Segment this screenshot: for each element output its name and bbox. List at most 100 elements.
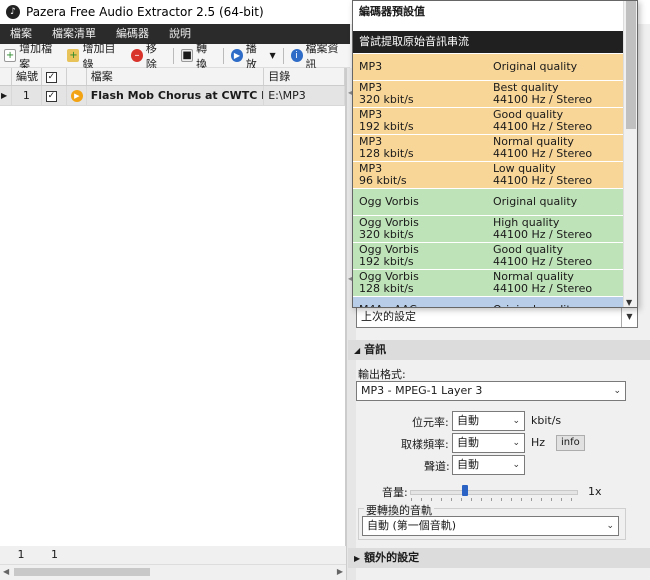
output-format-label: 輸出格式:: [358, 368, 406, 381]
info-button[interactable]: info: [556, 435, 585, 451]
dropdown-option[interactable]: M4A - AAC Original quality: [353, 297, 637, 307]
bitrate-unit: kbit/s: [531, 414, 562, 427]
extra-section-header[interactable]: ▶ 額外的設定: [348, 548, 650, 568]
option-text: 192 kbit/s: [359, 255, 414, 268]
header-checkbox[interactable]: ✓: [45, 71, 57, 83]
chevron-down-icon: ⌄: [606, 521, 614, 531]
track-select[interactable]: 自動 (第一個音軌) ⌄: [362, 516, 619, 536]
window-title: Pazera Free Audio Extractor 2.5 (64-bit): [26, 5, 264, 19]
samplerate-label: 取樣頻率:: [401, 438, 449, 451]
file-info-button[interactable]: i 檔案資訊: [287, 42, 350, 71]
output-format-value: MP3 - MPEG-1 Layer 3: [361, 384, 483, 397]
option-text: MP3: [359, 60, 383, 73]
scroll-left-icon[interactable]: ◀: [3, 565, 9, 579]
option-text: 44100 Hz / Stereo: [493, 228, 593, 241]
volume-slider-track[interactable]: [410, 490, 578, 495]
dropdown-option[interactable]: Ogg Vorbis 192 kbit/s Good quality 44100 Hz…: [353, 243, 637, 269]
encoder-preset-select[interactable]: 上次的設定 ▼: [356, 306, 638, 328]
dropdown-scrollbar-thumb[interactable]: [626, 1, 636, 129]
samplerate-unit: Hz: [531, 436, 546, 449]
dropdown-option[interactable]: MP3 320 kbit/s Best quality 44100 Hz / Ster…: [353, 81, 637, 107]
convert-label: 轉換: [196, 41, 208, 71]
volume-label: 音量:: [382, 486, 408, 499]
chevron-down-icon[interactable]: ▼: [621, 307, 637, 327]
option-text: MP3 320 kbit/s: [359, 81, 414, 106]
convert-button[interactable]: ■ 轉換: [177, 42, 220, 71]
volume-slider-ticks: [411, 498, 579, 501]
volume-slider-thumb[interactable]: [462, 485, 469, 496]
column-header-directory[interactable]: 目錄: [264, 68, 346, 85]
chevron-down-icon: ⌄: [512, 460, 520, 470]
option-text: Ogg Vorbis 128 kbit/s: [359, 270, 419, 295]
column-header-number[interactable]: 編號: [12, 68, 42, 85]
option-text: 44100 Hz / Stereo: [493, 174, 593, 187]
output-format-select[interactable]: MP3 - MPEG-1 Layer 3 ⌄: [356, 381, 626, 401]
option-text: 192 kbit/s: [359, 120, 414, 133]
toolbar-separator: [173, 47, 175, 64]
row-indicator-icon: ▶: [0, 86, 12, 105]
channels-select[interactable]: 自動 ⌄: [452, 455, 525, 475]
play-label: 播放: [245, 41, 257, 71]
add-files-button[interactable]: + 增加檔案: [0, 42, 63, 71]
row-checkbox-cell[interactable]: ✓: [42, 86, 67, 105]
option-text: Good quality 44100 Hz / Stereo: [493, 243, 593, 268]
option-text: Normal quality 44100 Hz / Stereo: [493, 135, 593, 160]
option-text: Original quality: [493, 60, 578, 73]
dropdown-scrollbar[interactable]: ▼: [623, 1, 637, 307]
scroll-down-icon[interactable]: ▼: [626, 298, 632, 307]
option-text: Ogg Vorbis: [359, 195, 419, 208]
play-icon: ▶: [231, 49, 243, 62]
toolbar: + 增加檔案 + 增加目錄 – 移除 ■ 轉換 ▶ 播放 ▼ i 檔案資訊: [0, 42, 350, 71]
remove-button[interactable]: – 移除: [127, 42, 170, 71]
column-header-file[interactable]: 檔案: [87, 68, 265, 85]
dropdown-option[interactable]: MP3 96 kbit/s Low quality 44100 Hz / Stereo: [353, 162, 637, 188]
option-text: 44100 Hz / Stereo: [493, 255, 593, 268]
remove-icon: –: [130, 49, 143, 62]
encoder-preset-value: 上次的設定: [361, 310, 416, 323]
add-directory-button[interactable]: + 增加目錄: [63, 42, 126, 71]
option-text: Good quality 44100 Hz / Stereo: [493, 108, 593, 133]
table-row[interactable]: ▶ 1 ✓ ▶ Flash Mob Chorus at CWTC Beijing…: [0, 86, 345, 106]
channels-value: 自動: [457, 458, 479, 471]
dropdown-option[interactable]: Ogg Vorbis 128 kbit/s Normal quality 44100 …: [353, 270, 637, 296]
audio-section-title: 音訊: [364, 343, 387, 356]
dropdown-option-highlighted[interactable]: 嘗試提取原始音訊串流: [353, 31, 637, 53]
audio-section-header[interactable]: ◢ 音訊: [348, 340, 650, 360]
remove-label: 移除: [145, 41, 157, 71]
option-text: 44100 Hz / Stereo: [493, 93, 593, 106]
play-button[interactable]: ▶ 播放 ▼: [227, 42, 280, 71]
info-icon: i: [290, 49, 303, 62]
dropdown-option[interactable]: Ogg Vorbis Original quality: [353, 189, 637, 215]
samplerate-select[interactable]: 自動 ⌄: [452, 433, 525, 453]
play-dropdown-icon[interactable]: ▼: [269, 51, 275, 60]
option-text: 320 kbit/s: [359, 93, 414, 106]
dropdown-option[interactable]: Ogg Vorbis 320 kbit/s High quality 44100 Hz…: [353, 216, 637, 242]
dropdown-option[interactable]: MP3 Original quality: [353, 54, 637, 80]
section-collapse-icon: ◢: [354, 346, 361, 355]
row-indicator-header: [0, 68, 12, 85]
audio-file-icon: ▶: [70, 90, 83, 102]
add-file-icon: +: [4, 49, 17, 62]
option-text: Low quality 44100 Hz / Stereo: [493, 162, 593, 187]
bitrate-select[interactable]: 自動 ⌄: [452, 411, 525, 431]
grid-header: 編號 ✓ 檔案 目錄: [0, 68, 346, 86]
add-folder-icon: +: [67, 49, 80, 62]
channels-label: 聲道:: [424, 460, 450, 473]
scroll-right-icon[interactable]: ▶: [337, 565, 343, 579]
row-file-name: Flash Mob Chorus at CWTC Beijing(108...: [87, 86, 265, 105]
dropdown-option[interactable]: MP3 192 kbit/s Good quality 44100 Hz / Ster…: [353, 108, 637, 134]
horizontal-scrollbar[interactable]: ◀ ▶: [0, 564, 346, 578]
scrollbar-thumb[interactable]: [14, 568, 150, 576]
dropdown-option[interactable]: MP3 128 kbit/s Normal quality 44100 Hz / St…: [353, 135, 637, 161]
column-header-checkbox[interactable]: ✓: [42, 68, 67, 85]
chevron-down-icon: ⌄: [512, 438, 520, 448]
samplerate-value: 自動: [457, 436, 479, 449]
option-text: MP3 128 kbit/s: [359, 135, 414, 160]
convert-icon: ■: [181, 49, 194, 62]
grid-footer: 1 1: [0, 546, 346, 564]
row-checkbox[interactable]: ✓: [45, 90, 57, 102]
option-text: Best quality 44100 Hz / Stereo: [493, 81, 593, 106]
option-text: 44100 Hz / Stereo: [493, 120, 593, 133]
file-list-grid: 編號 ✓ 檔案 目錄 ▶ 1 ✓ ▶ Flash Mob Chorus at C…: [0, 68, 346, 546]
option-text: 96 kbit/s: [359, 174, 407, 187]
